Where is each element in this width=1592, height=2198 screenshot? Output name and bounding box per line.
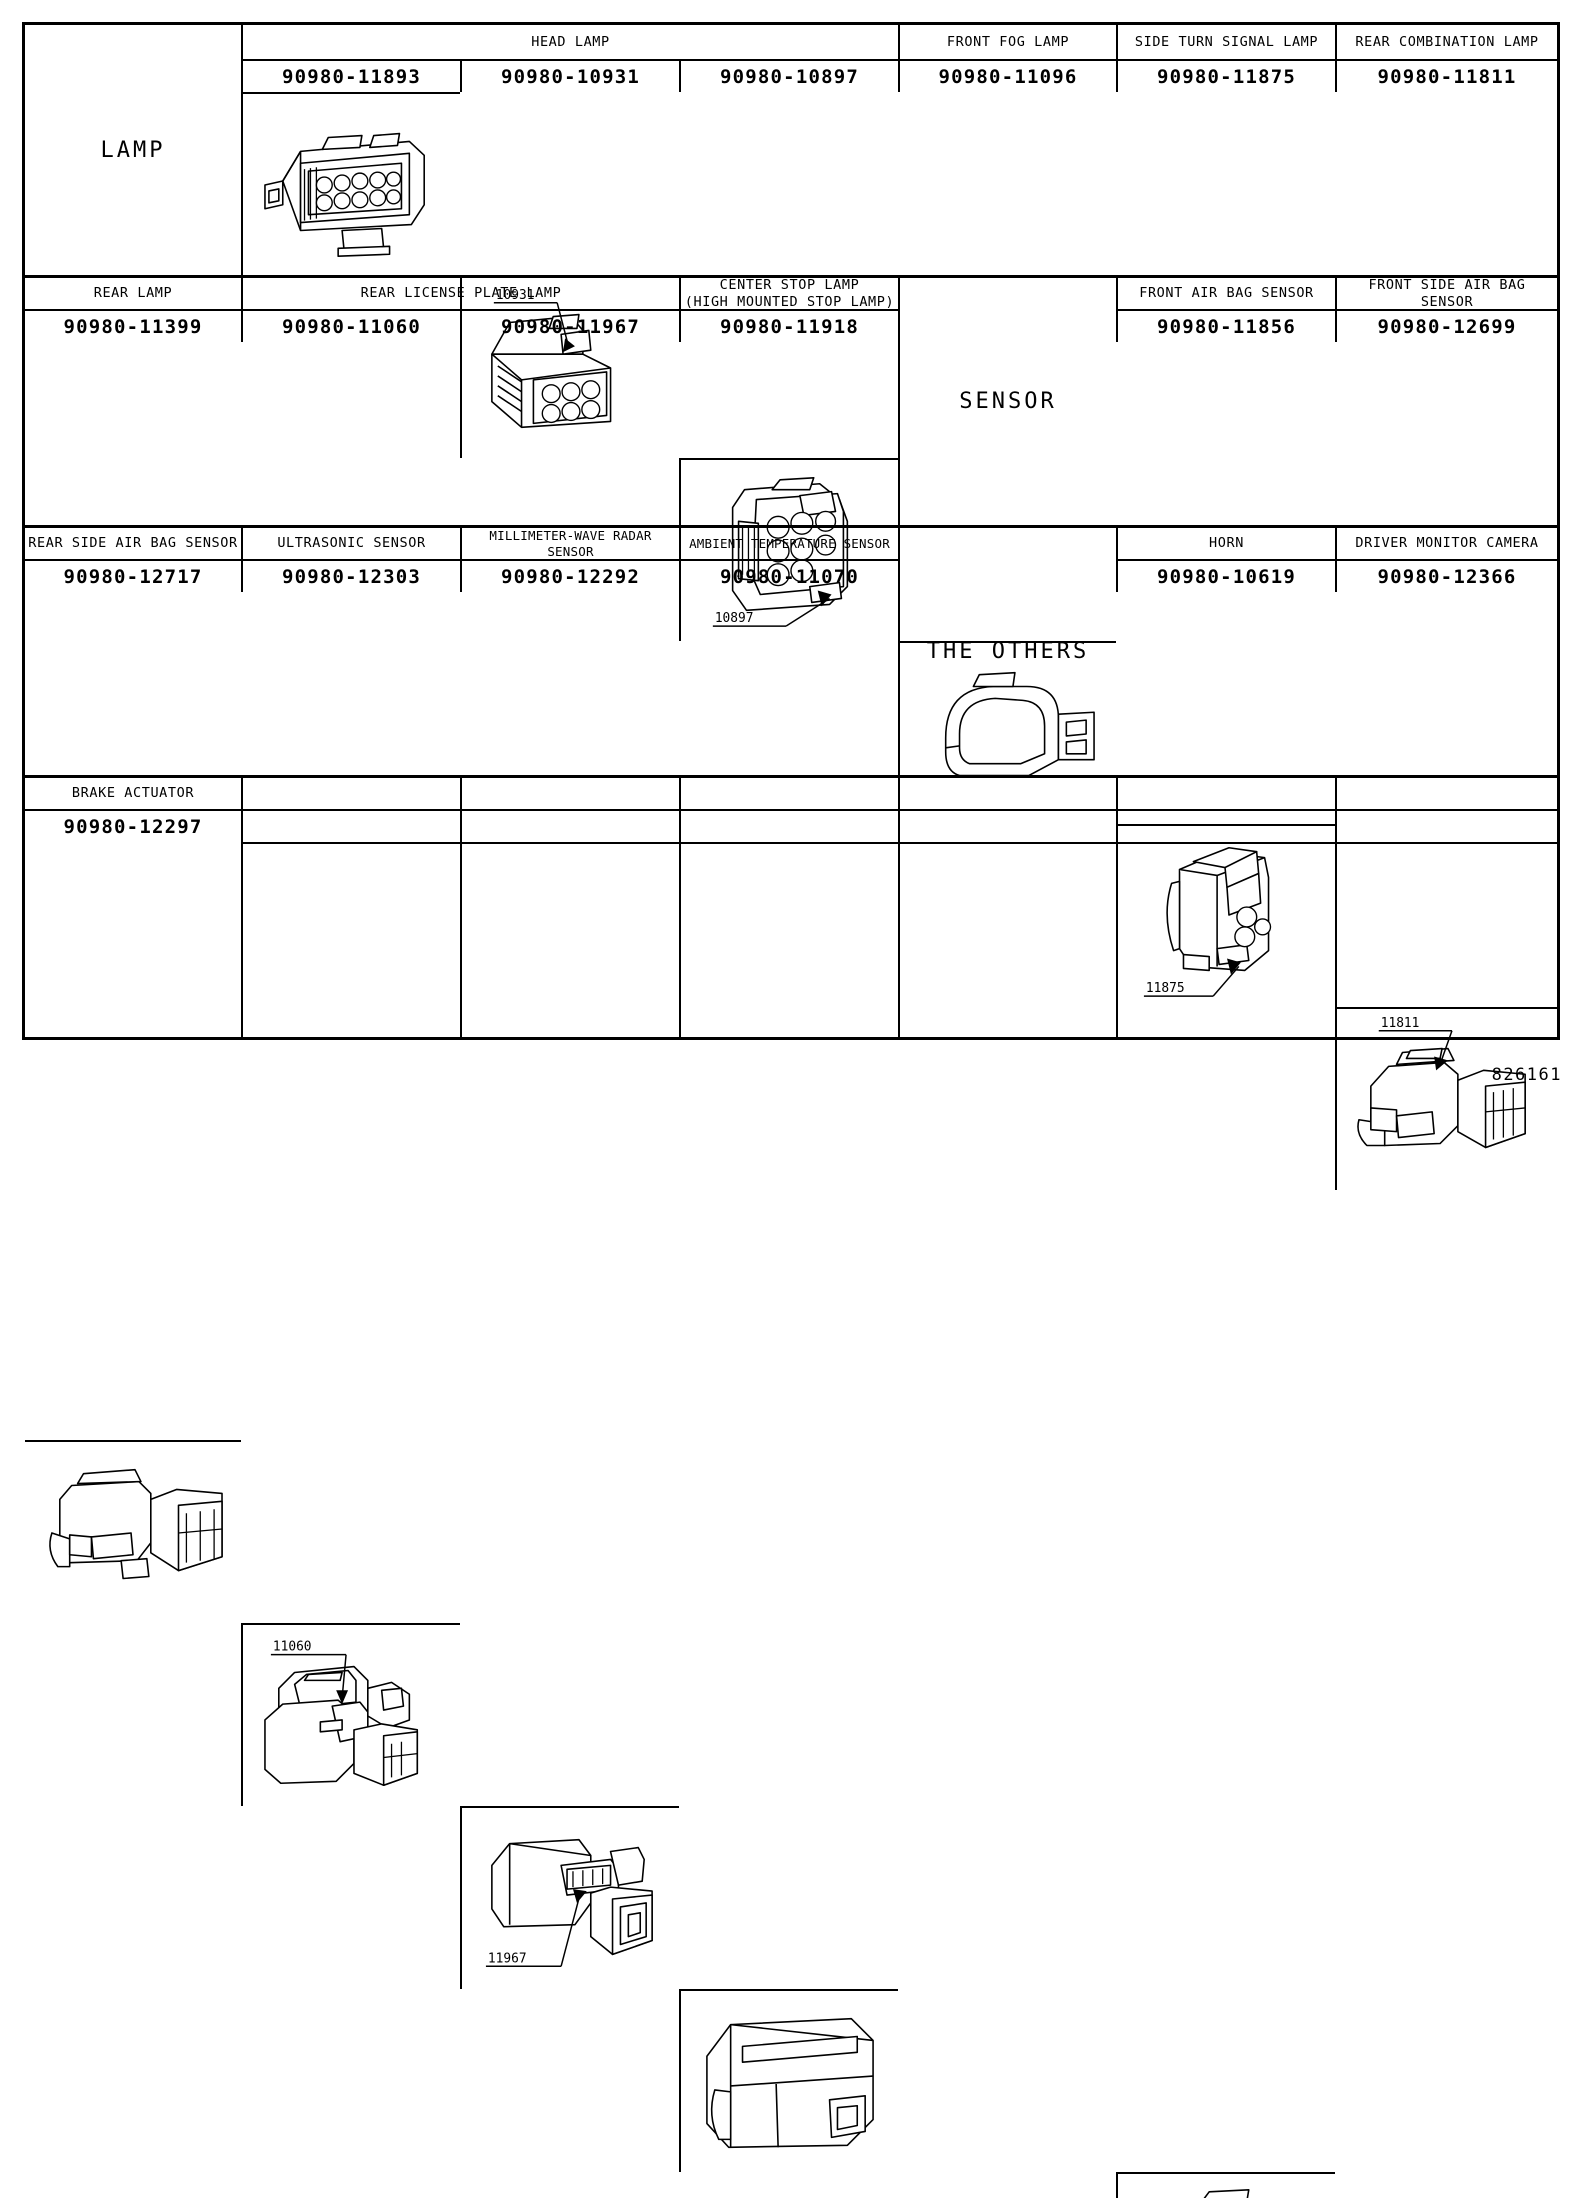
- callout-label-11060: 11060: [273, 1640, 312, 1655]
- empty-partnumber-cell-4: [898, 809, 1116, 842]
- parts-diagram-sheet: LAMP HEAD LAMP FRONT FOG LAMP SIDE TURN …: [22, 22, 1560, 2198]
- empty-header-cell-2: [460, 775, 679, 809]
- group-header-rear-lamp: REAR LAMP: [25, 275, 241, 309]
- group-header-rear-license-plate-lamp: REAR LICENSE PLATE LAMP: [241, 275, 679, 309]
- document-page-id: 826161: [1491, 1065, 1562, 1085]
- empty-header-cell-6: [1335, 775, 1557, 809]
- part-number-90980-11967: 90980-11967: [460, 309, 679, 342]
- group-header-ultrasonic-sensor: ULTRASONIC SENSOR: [241, 525, 460, 559]
- part-number-90980-11060: 90980-11060: [241, 309, 460, 342]
- category-label-sensor: SENSOR: [898, 275, 1116, 525]
- connector-image-90980-11967: 11967: [460, 1806, 679, 1989]
- empty-header-cell-3: [679, 775, 898, 809]
- part-number-90980-11811: 90980-11811: [1335, 59, 1557, 92]
- group-header-rear-side-air-bag-sensor: REAR SIDE AIR BAG SENSOR: [25, 525, 241, 559]
- empty-partnumber-cell-3: [679, 809, 898, 842]
- center-stop-lamp-line1: CENTER STOP LAMP: [719, 277, 860, 294]
- part-number-90980-12297: 90980-12297: [25, 809, 241, 842]
- connector-image-90980-11399: [25, 1440, 241, 1623]
- empty-image-cell-4: [898, 842, 1116, 1039]
- part-number-90980-10931: 90980-10931: [460, 59, 679, 92]
- group-header-front-fog-lamp: FRONT FOG LAMP: [898, 25, 1116, 59]
- empty-partnumber-cell-1: [241, 809, 460, 842]
- category-label-the-others: THE OTHERS: [898, 525, 1116, 775]
- group-header-horn: HORN: [1116, 525, 1335, 559]
- empty-image-cell-5: [1116, 842, 1335, 1039]
- connector-image-90980-11856: [1116, 2172, 1335, 2198]
- group-header-center-stop-lamp: CENTER STOP LAMP (HIGH MOUNTED STOP LAMP…: [679, 275, 898, 309]
- empty-partnumber-cell-6: [1335, 809, 1557, 842]
- group-header-front-side-air-bag-sensor: FRONT SIDE AIR BAG SENSOR: [1335, 275, 1557, 309]
- part-number-90980-11070: 90980-11070: [679, 559, 898, 592]
- center-stop-lamp-line2: (HIGH MOUNTED STOP LAMP): [684, 293, 895, 310]
- group-header-brake-actuator: BRAKE ACTUATOR: [25, 775, 241, 809]
- empty-header-cell-1: [241, 775, 460, 809]
- connector-image-90980-11893: [241, 92, 460, 275]
- part-number-90980-12366: 90980-12366: [1335, 559, 1557, 592]
- part-number-90980-11096: 90980-11096: [898, 59, 1116, 92]
- group-header-side-turn-signal-lamp: SIDE TURN SIGNAL LAMP: [1116, 25, 1335, 59]
- part-number-90980-11893: 90980-11893: [241, 59, 460, 92]
- connector-image-90980-11060: 11060: [241, 1623, 460, 1806]
- empty-partnumber-cell-5: [1116, 809, 1335, 842]
- part-number-90980-10897: 90980-10897: [679, 59, 898, 92]
- group-header-rear-combination-lamp: REAR COMBINATION LAMP: [1335, 25, 1557, 59]
- group-header-head-lamp: HEAD LAMP: [241, 25, 898, 59]
- connector-image-90980-11918: [679, 1989, 898, 2172]
- callout-label-10897: 10897: [715, 611, 754, 626]
- part-number-90980-10619: 90980-10619: [1116, 559, 1335, 592]
- group-header-driver-monitor-camera: DRIVER MONITOR CAMERA: [1335, 525, 1557, 559]
- category-label-lamp: LAMP: [100, 137, 166, 163]
- part-number-90980-11399: 90980-11399: [25, 309, 241, 342]
- group-header-front-air-bag-sensor: FRONT AIR BAG SENSOR: [1116, 275, 1335, 309]
- empty-header-cell-4: [898, 775, 1116, 809]
- empty-image-cell-6: [1335, 842, 1557, 1039]
- part-number-90980-11918: 90980-11918: [679, 309, 898, 342]
- part-number-90980-12303: 90980-12303: [241, 559, 460, 592]
- part-number-90980-12292: 90980-12292: [460, 559, 679, 592]
- part-number-90980-11856: 90980-11856: [1116, 309, 1335, 342]
- empty-header-cell-5: [1116, 775, 1335, 809]
- group-header-millimeter-wave-radar-sensor: MILLIMETER-WAVE RADAR SENSOR: [460, 525, 679, 559]
- part-number-90980-11875: 90980-11875: [1116, 59, 1335, 92]
- empty-image-cell-3: [679, 842, 898, 1039]
- empty-partnumber-cell-2: [460, 809, 679, 842]
- group-header-ambient-temperature-sensor: AMBIENT TEMPERATURE SENSOR: [679, 525, 898, 559]
- empty-image-cell-1: [241, 842, 460, 1039]
- part-number-90980-12699: 90980-12699: [1335, 309, 1557, 342]
- callout-label-11967: 11967: [488, 1951, 527, 1966]
- part-number-90980-12717: 90980-12717: [25, 559, 241, 592]
- empty-image-cell-2: [460, 842, 679, 1039]
